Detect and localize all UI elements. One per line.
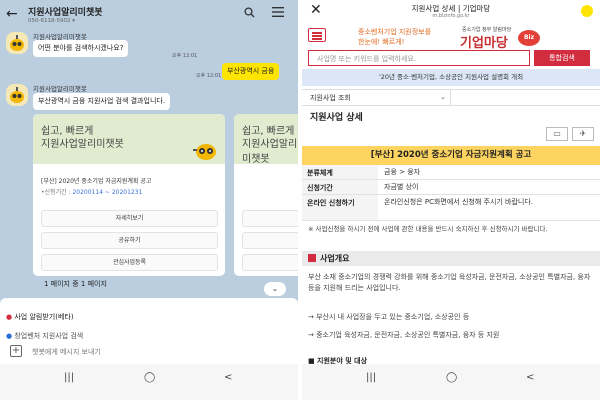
row-value: 자금별 상이 xyxy=(384,183,419,191)
menu-label: 사업 알림받기(베타) xyxy=(14,313,74,321)
slogan-text: 한눈에! 빠르게! xyxy=(358,38,405,46)
program-title: [부산] 2020년 중소기업 자금지원계획 공고 xyxy=(302,146,600,165)
browser-bar: ✕ 지원사업 상세 | 기업마당 m.bizinfo.go.kr xyxy=(302,0,600,22)
share-button[interactable]: 공유하기 xyxy=(41,232,218,249)
menu-item-search[interactable]: ● 창업벤처 지원사업 검색 xyxy=(6,331,83,341)
scroll-down-button[interactable]: ⌄ xyxy=(264,282,286,296)
card-period: •신청기간 : 20200114 ~ 20201231 xyxy=(41,187,142,196)
slogan-text: 중소벤처기업 지원정보를 xyxy=(358,28,432,36)
message-input[interactable]: 챗봇에게 메시지 보내기 xyxy=(32,347,101,357)
bot-avatar[interactable] xyxy=(6,32,28,54)
timestamp: 오후 12:01 xyxy=(196,73,222,79)
breadcrumb-item[interactable]: 지원사업 조회 xyxy=(310,93,351,103)
register-interest-button[interactable]: 관심사업등록 xyxy=(41,254,218,271)
user-message: 부산광역시 금융 xyxy=(222,63,280,81)
section-header: 사업개요 xyxy=(302,251,600,266)
menu-icon[interactable] xyxy=(272,7,284,20)
search-button[interactable]: 통합검색 xyxy=(534,50,590,66)
system-nav-bar: ||| ◯ < xyxy=(0,364,298,400)
chat-header: ← 지원사업알리미챗봇 050-6118-5902 ▾ xyxy=(0,0,298,30)
plus-icon[interactable]: + xyxy=(10,345,22,357)
hamburger-menu-icon[interactable] xyxy=(308,28,326,42)
search-input[interactable]: 사업명 또는 키워드를 입력하세요. xyxy=(308,50,530,66)
card-button[interactable] xyxy=(242,210,298,227)
row-value: 온라인신청은 PC화면에서 신청해 주시기 바랍니다. xyxy=(384,198,534,206)
search-icon[interactable] xyxy=(244,7,255,21)
kakao-chat-screen: ← 지원사업알리미챗봇 050-6118-5902 ▾ 지원사업알리미챗봇 어떤… xyxy=(0,0,298,400)
chat-title: 지원사업알리미챗봇 xyxy=(28,8,103,18)
bot-avatar[interactable] xyxy=(6,84,28,106)
table-row: 신청기간 자금별 상이 xyxy=(302,180,600,195)
back-icon[interactable]: < xyxy=(526,372,534,383)
browser-url: m.bizinfo.go.kr xyxy=(432,13,470,19)
breadcrumb: 지원사업 조회 ⌄ xyxy=(302,89,600,106)
kakao-icon[interactable] xyxy=(581,5,593,17)
system-nav-bar: ||| ◯ < xyxy=(302,364,600,400)
bell-icon: ● xyxy=(6,313,13,321)
chat-subtitle[interactable]: 050-6118-5902 ▾ xyxy=(28,18,75,24)
pin-icon[interactable]: ✈ xyxy=(572,127,594,141)
site-header: 중소벤처기업 지원정보를 한눈에! 빠르게! 중소기업 정부 알림마당 기업마당… xyxy=(302,22,600,51)
card-button[interactable] xyxy=(242,254,298,271)
globe-icon: ● xyxy=(6,332,13,340)
pagination-text: 1 페이지 중 1 페이지 xyxy=(44,280,107,288)
menu-label: 창업벤처 지원사업 검색 xyxy=(14,332,84,340)
chevron-down-icon[interactable]: ⌄ xyxy=(440,93,446,101)
banner-text: 지원사업알리미챗봇 xyxy=(242,139,298,165)
period-label: •신청기간 : xyxy=(41,189,73,196)
home-icon[interactable]: ◯ xyxy=(446,372,457,383)
recent-apps-icon[interactable]: ||| xyxy=(366,372,376,383)
info-table: 분류체계 금융 > 융자 신청기간 자금별 상이 온라인 신청하기 온라인신청은… xyxy=(302,165,600,221)
robot-mascot-icon xyxy=(193,144,216,160)
table-row: 분류체계 금융 > 융자 xyxy=(302,165,600,180)
result-card: 쉽고, 빠르게 지원사업알리미챗봇 xyxy=(234,114,298,276)
details-button[interactable]: 자세히보기 xyxy=(41,210,218,227)
home-icon[interactable]: ◯ xyxy=(144,372,155,383)
back-arrow-icon[interactable]: ← xyxy=(6,6,18,22)
print-icon[interactable]: ▭ xyxy=(546,127,568,141)
period-value: 20200114 ~ 20201231 xyxy=(72,189,143,196)
menu-item-alerts[interactable]: ● 사업 알림받기(베타) xyxy=(6,312,74,322)
biz-badge-icon: Biz xyxy=(518,30,540,46)
row-value: 금융 > 융자 xyxy=(384,168,421,176)
row-key: 신청기간 xyxy=(302,180,378,194)
toolbar: ▭ ✈ xyxy=(302,126,600,142)
bot-message: 부산광역시 금융 지원사업 검색 결과입니다. xyxy=(33,93,171,111)
notice-banner[interactable]: '20년 중소·벤처기업, 소상공인 지원사업 설명회 개최 xyxy=(302,69,600,86)
square-bullet-icon xyxy=(308,254,316,262)
section-title: 사업개요 xyxy=(320,254,350,263)
row-key: 온라인 신청하기 xyxy=(302,195,378,220)
card-title: [부산] 2020년 중소기업 자금지원계획 공고 xyxy=(41,178,152,185)
row-key: 분류체계 xyxy=(302,165,378,179)
site-logo[interactable]: 기업마당 xyxy=(460,32,508,51)
bizinfo-web-screen: ✕ 지원사업 상세 | 기업마당 m.bizinfo.go.kr 중소벤처기업 … xyxy=(302,0,600,400)
search-placeholder: 사업명 또는 키워드를 입력하세요. xyxy=(317,55,417,63)
card-banner: 쉽고, 빠르게 지원사업알리미챗봇 xyxy=(33,114,225,164)
page-title: 지원사업 상세 xyxy=(310,113,363,123)
result-card: 쉽고, 빠르게 지원사업알리미챗봇 [부산] 2020년 중소기업 자금지원계획… xyxy=(33,114,225,276)
banner-text: 지원사업알리미챗봇 xyxy=(41,139,124,150)
overview-paragraph: 부산 소재 중소기업의 경쟁력 강화를 위해 중소기업 육성자금, 운전자금, … xyxy=(308,273,591,292)
back-icon[interactable]: < xyxy=(224,372,232,383)
card-button[interactable] xyxy=(242,232,298,249)
bot-message: 어떤 분야를 검색하시겠나요? xyxy=(33,40,129,58)
overview-paragraph: → 부산시 내 사업장을 두고 있는 중소기업, 소상공인 등 xyxy=(308,313,470,321)
card-banner: 쉽고, 빠르게 지원사업알리미챗봇 xyxy=(234,114,298,165)
overview-paragraph: → 중소기업 육성자금, 운전자금, 소상공인 특별자금, 융자 등 지원 xyxy=(308,331,500,339)
message-input-bar: + 챗봇에게 메시지 보내기 xyxy=(0,342,298,362)
recent-apps-icon[interactable]: ||| xyxy=(64,372,74,383)
table-row: 온라인 신청하기 온라인신청은 PC화면에서 신청해 주시기 바랍니다. xyxy=(302,195,600,221)
timestamp: 오후 12:01 xyxy=(172,53,198,59)
sender-name: 지원사업알리미챗봇 xyxy=(33,85,87,93)
divider xyxy=(450,90,451,106)
warning-text: ※ 사업신청을 하시기 전에 사업에 관한 내용을 반드시 숙지하신 후 신청하… xyxy=(308,225,548,233)
